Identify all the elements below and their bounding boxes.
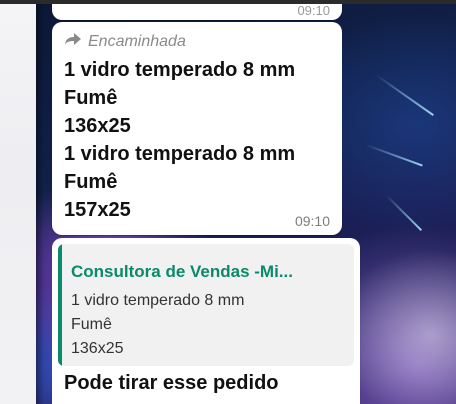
quote-accent-bar <box>58 244 62 366</box>
wallpaper-streak <box>385 194 423 232</box>
panel-divider-shadow <box>36 4 44 404</box>
reply-text: Pode tirar esse pedido <box>64 372 279 394</box>
quoted-line: Fumê <box>71 316 112 333</box>
wallpaper-streak <box>365 144 423 167</box>
forward-arrow-icon <box>64 32 88 51</box>
quoted-author: Consultora de Vendas -Mi... <box>71 262 293 281</box>
quoted-line: 1 vidro temperado 8 mm <box>71 292 245 309</box>
quoted-line: 136x25 <box>71 340 124 357</box>
chat-list-panel-edge <box>0 4 36 404</box>
message-line: 157x25 <box>64 199 131 221</box>
message-time: 09:10 <box>294 213 330 229</box>
forwarded-label: Encaminhada <box>88 32 186 50</box>
message-line: Fumê <box>64 171 118 193</box>
previous-message-bubble[interactable]: 09:10 <box>52 3 342 20</box>
quoted-message[interactable]: Consultora de Vendas -Mi... 1 vidro temp… <box>58 244 354 366</box>
message-line: Fumê <box>64 87 118 109</box>
previous-message-time: 09:10 <box>297 3 330 18</box>
forwarded-message-bubble[interactable]: Encaminhada 1 vidro temperado 8 mm Fumê … <box>52 22 342 235</box>
wallpaper-streak <box>375 74 434 116</box>
forwarded-indicator: Encaminhada <box>64 32 186 51</box>
reply-message-bubble[interactable]: Consultora de Vendas -Mi... 1 vidro temp… <box>52 238 360 404</box>
message-line: 1 vidro temperado 8 mm <box>64 143 296 165</box>
message-line: 1 vidro temperado 8 mm <box>64 59 296 81</box>
message-line: 136x25 <box>64 115 131 137</box>
